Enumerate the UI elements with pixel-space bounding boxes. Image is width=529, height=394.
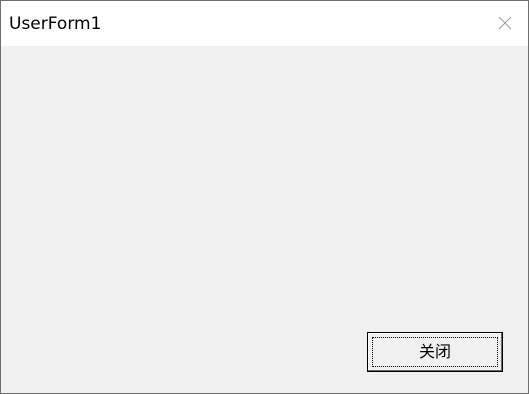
close-icon xyxy=(498,16,512,30)
userform-window: UserForm1 关闭 xyxy=(0,0,529,394)
close-form-button[interactable]: 关闭 xyxy=(367,332,503,372)
title-bar[interactable]: UserForm1 xyxy=(1,1,528,46)
close-form-button-label: 关闭 xyxy=(418,342,451,361)
window-title: UserForm1 xyxy=(9,14,102,34)
window-close-button[interactable] xyxy=(482,1,528,46)
